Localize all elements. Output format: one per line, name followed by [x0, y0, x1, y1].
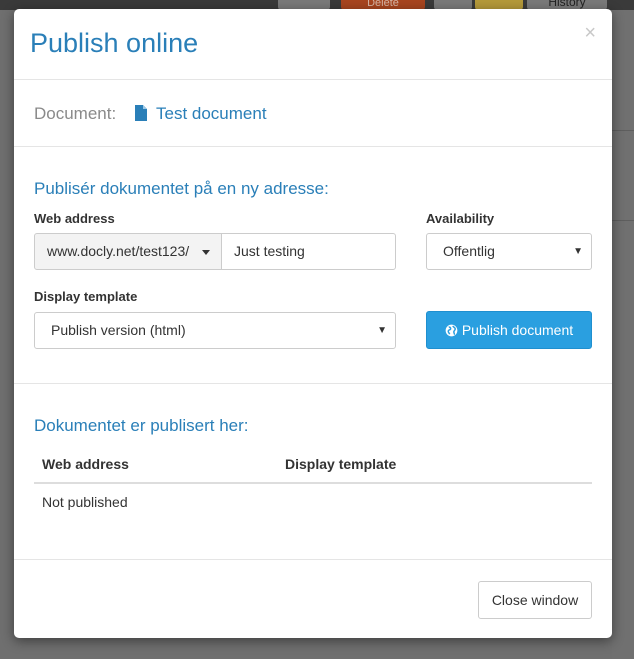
publish-modal: Publish online × Document: Test document…	[14, 9, 612, 638]
background-panel	[612, 10, 634, 659]
availability-value: Offentlig	[443, 243, 495, 259]
column-header-display-template: Display template	[285, 456, 397, 472]
background-divider	[612, 130, 634, 131]
chevron-down-icon: ▼	[377, 325, 387, 336]
published-section-title: Dokumentet er publisert her:	[34, 416, 249, 435]
address-prefix-dropdown[interactable]: www.docly.net/test123/	[34, 233, 222, 270]
background-divider	[612, 220, 634, 221]
document-row: Document: Test document	[14, 80, 612, 147]
availability-select[interactable]: Offentlig ▼	[426, 233, 592, 270]
address-prefix-text: www.docly.net/test123/	[47, 243, 190, 259]
template-select[interactable]: Publish version (html) ▼	[34, 312, 396, 349]
chevron-down-icon: ▼	[573, 246, 583, 257]
globe-icon	[445, 324, 458, 337]
publish-document-label: Publish document	[461, 322, 574, 338]
empty-state-text: Not published	[42, 494, 128, 510]
section-divider	[14, 383, 612, 384]
column-header-web-address: Web address	[42, 456, 129, 472]
publish-section-title: Publisér dokumentet på en ny adresse:	[34, 179, 329, 198]
close-icon[interactable]: ×	[584, 23, 596, 43]
file-icon	[135, 105, 147, 121]
publish-document-button[interactable]: Publish document	[426, 311, 592, 349]
footer-divider	[14, 559, 612, 560]
web-address-label: Web address	[34, 211, 115, 226]
document-name: Test document	[156, 104, 267, 123]
modal-header: Publish online ×	[14, 9, 612, 80]
template-label: Display template	[34, 289, 138, 304]
availability-label: Availability	[426, 211, 495, 226]
modal-title: Publish online	[30, 28, 199, 58]
close-window-button[interactable]: Close window	[478, 581, 592, 619]
chevron-down-icon	[202, 250, 210, 255]
address-input[interactable]: Just testing	[221, 233, 396, 270]
table-header-divider	[34, 482, 592, 484]
document-label: Document:	[34, 104, 117, 123]
template-value: Publish version (html)	[51, 322, 186, 338]
